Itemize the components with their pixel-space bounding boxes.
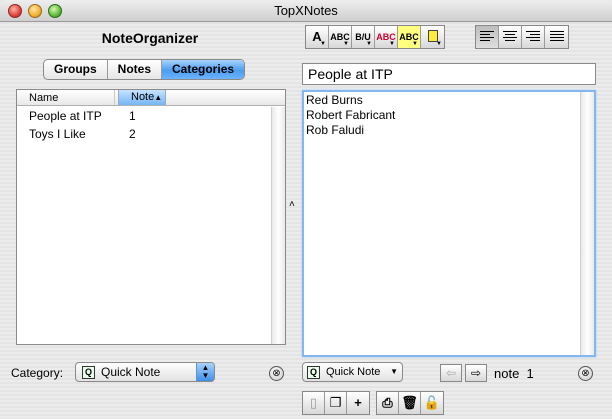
align-left-icon bbox=[480, 31, 494, 43]
previous-note-button[interactable]: ⇦ bbox=[440, 364, 462, 382]
dropdown-icon: ▼ bbox=[436, 41, 442, 47]
align-left-button[interactable] bbox=[476, 26, 499, 48]
left-arrow-icon: ⇦ bbox=[445, 366, 457, 380]
tab-groups[interactable]: Groups bbox=[44, 60, 108, 79]
note-category-value: Quick Note bbox=[326, 366, 381, 378]
note-edit-group: ▯ ❐ + bbox=[302, 391, 370, 415]
organizer-title: NoteOrganizer bbox=[101, 30, 199, 46]
list-item[interactable]: People at ITP 1 bbox=[29, 109, 136, 123]
editor-scrollbar[interactable] bbox=[580, 92, 594, 355]
category-popup-value: Quick Note bbox=[101, 365, 161, 379]
note-text-line: Red Burns bbox=[306, 93, 363, 107]
note-file-group: ⎙ 🗑 🔓 bbox=[376, 391, 444, 415]
close-icon: ⊗ bbox=[272, 368, 281, 379]
next-note-button[interactable]: ⇨ bbox=[465, 364, 487, 382]
dropdown-icon: ▼ bbox=[366, 41, 372, 47]
quick-note-icon: Q bbox=[82, 365, 95, 379]
note-color-button[interactable]: ▼ bbox=[421, 26, 444, 48]
popup-arrows-icon: ▲ ▼ bbox=[196, 363, 214, 381]
right-arrow-icon: ⇨ bbox=[470, 366, 482, 380]
list-header: Name Note▲ bbox=[17, 90, 285, 106]
dropdown-icon: ▼ bbox=[389, 41, 395, 47]
text-style-button[interactable]: B/U ▼ bbox=[352, 26, 375, 48]
delete-note-button[interactable]: 🗑 bbox=[399, 392, 421, 414]
dropdown-icon: ▼ bbox=[412, 41, 418, 47]
zoom-window-button[interactable] bbox=[48, 4, 62, 18]
clear-note-button[interactable]: ⊗ bbox=[578, 366, 593, 381]
new-note-button[interactable]: + bbox=[347, 392, 369, 414]
text-format-toolbar: A ▼ ABC ▼ B/U ▼ ABC ▼ ABC ▼ ▼ bbox=[305, 25, 445, 49]
open-organizer-button[interactable]: ▯ bbox=[303, 392, 325, 414]
alignment-toolbar bbox=[475, 25, 569, 49]
title-bar[interactable]: TopXNotes bbox=[0, 0, 612, 22]
dropdown-icon: ▼ bbox=[320, 41, 326, 47]
plus-icon: + bbox=[354, 395, 362, 410]
organizer-tabs: Groups Notes Categories bbox=[43, 59, 246, 80]
lock-note-button[interactable]: 🔓 bbox=[421, 392, 443, 414]
main-window: TopXNotes NoteOrganizer Groups Notes Cat… bbox=[0, 0, 612, 419]
list-item-name: Toys I Like bbox=[29, 127, 86, 141]
note-text-editor[interactable]: Red Burns Robert Fabricant Rob Faludi bbox=[302, 90, 596, 357]
dropdown-icon: ▼ bbox=[390, 367, 398, 376]
sort-ascending-icon: ▲ bbox=[154, 93, 163, 102]
align-center-button[interactable] bbox=[499, 26, 522, 48]
quick-note-icon: Q bbox=[307, 365, 320, 379]
clear-category-button[interactable]: ⊗ bbox=[269, 366, 284, 381]
list-item-count: 1 bbox=[129, 109, 136, 123]
window-title: TopXNotes bbox=[274, 3, 338, 18]
align-right-icon bbox=[526, 31, 540, 43]
minimize-window-button[interactable] bbox=[28, 4, 42, 18]
align-center-icon bbox=[503, 31, 517, 43]
list-item-name: People at ITP bbox=[29, 109, 102, 123]
note-counter-label: note bbox=[494, 366, 520, 381]
note-counter-number: 1 bbox=[526, 366, 534, 381]
justify-icon bbox=[549, 31, 564, 43]
book-icon: ▯ bbox=[309, 395, 318, 410]
highlight-color-button[interactable]: ABC ▼ bbox=[398, 26, 421, 48]
note-action-bar: ▯ ❐ + ⎙ 🗑 🔓 bbox=[302, 391, 450, 415]
align-right-button[interactable] bbox=[522, 26, 545, 48]
duplicate-note-button[interactable]: ❐ bbox=[325, 392, 347, 414]
tab-notes[interactable]: Notes bbox=[108, 60, 163, 79]
column-header-note-label: Note bbox=[131, 91, 155, 103]
close-icon: ⊗ bbox=[581, 368, 590, 379]
category-popup[interactable]: Q Quick Note ▲ ▼ bbox=[75, 362, 215, 382]
dropdown-icon: ▼ bbox=[343, 41, 349, 47]
list-item-count: 2 bbox=[129, 127, 136, 141]
duplicate-icon: ❐ bbox=[329, 395, 342, 410]
text-color-button[interactable]: ABC ▼ bbox=[375, 26, 398, 48]
list-item[interactable]: Toys I Like 2 bbox=[29, 127, 136, 141]
pane-collapse-icon[interactable]: ˄ bbox=[289, 199, 295, 210]
column-header-note[interactable]: Note▲ bbox=[118, 90, 166, 105]
print-note-button[interactable]: ⎙ bbox=[377, 392, 399, 414]
note-title-field[interactable]: People at ITP bbox=[302, 63, 596, 85]
tab-categories[interactable]: Categories bbox=[162, 60, 245, 79]
font-button[interactable]: A ▼ bbox=[306, 26, 329, 48]
note-counter: note 1 bbox=[494, 366, 534, 381]
unlock-icon: 🔓 bbox=[423, 395, 441, 410]
list-scrollbar[interactable] bbox=[271, 107, 285, 344]
font-size-button[interactable]: ABC ▼ bbox=[329, 26, 352, 48]
close-window-button[interactable] bbox=[8, 4, 22, 18]
note-category-popup[interactable]: Q Quick Note ▼ bbox=[302, 362, 403, 382]
note-text-line: Rob Faludi bbox=[306, 123, 365, 137]
justify-button[interactable] bbox=[545, 26, 568, 48]
printer-icon: ⎙ bbox=[382, 395, 393, 410]
note-text-line: Robert Fabricant bbox=[306, 108, 396, 122]
trash-icon: 🗑 bbox=[401, 395, 418, 410]
column-header-name[interactable]: Name bbox=[29, 92, 58, 104]
category-list: Name Note▲ People at ITP 1 Toys I Like 2 bbox=[16, 89, 286, 345]
category-label: Category: bbox=[11, 366, 64, 380]
column-divider bbox=[114, 90, 115, 105]
